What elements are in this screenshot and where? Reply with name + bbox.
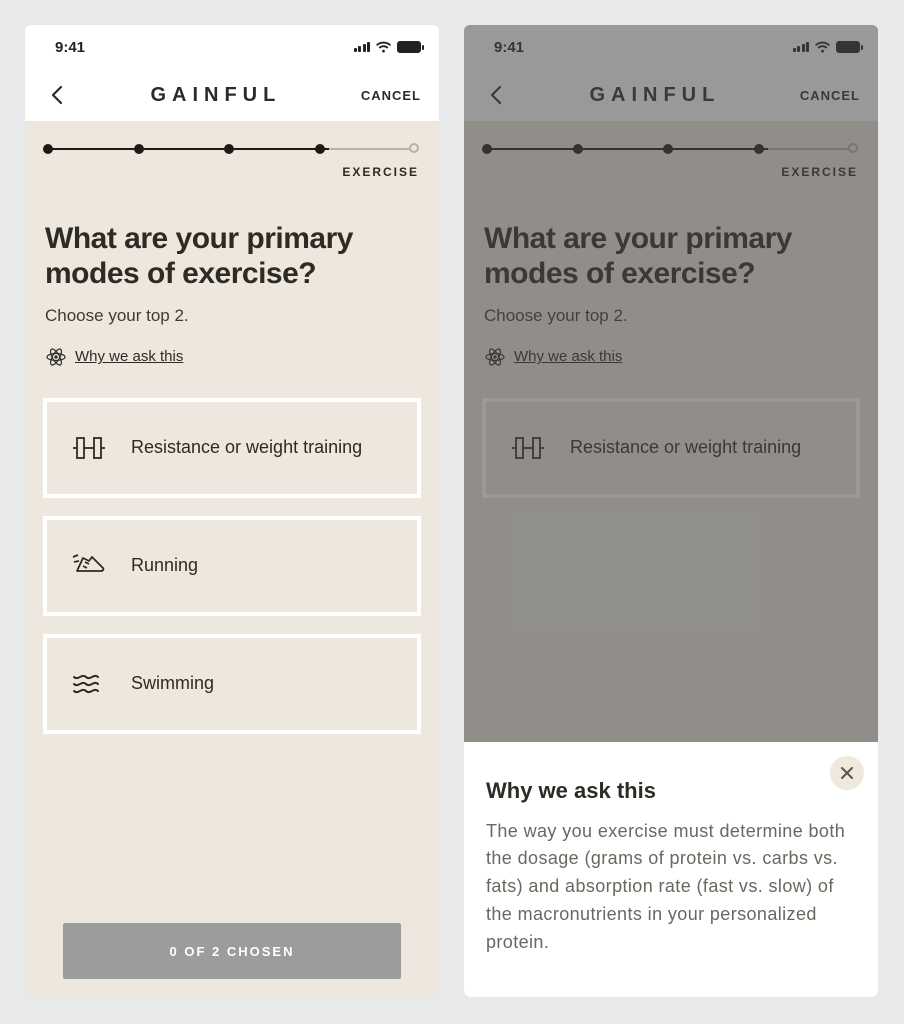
- back-button[interactable]: [43, 81, 71, 109]
- status-bar: 9:41: [25, 25, 439, 69]
- status-time: 9:41: [55, 39, 85, 56]
- close-button[interactable]: [830, 756, 864, 790]
- why-we-ask-link[interactable]: Why we ask this: [45, 346, 419, 368]
- option-label: Resistance or weight training: [131, 436, 362, 459]
- close-icon: [840, 766, 854, 780]
- progress-step-label: EXERCISE: [43, 165, 421, 179]
- option-label: Running: [131, 554, 198, 577]
- option-label: Swimming: [131, 672, 214, 695]
- barbell-icon: [71, 430, 107, 466]
- options-list: Resistance or weight training Running Sw…: [45, 400, 419, 732]
- cellular-signal-icon: [354, 42, 371, 52]
- chevron-left-icon: [50, 85, 64, 105]
- wifi-icon: [375, 41, 392, 54]
- app-logo: GAINFUL: [150, 84, 281, 107]
- status-indicators: [354, 41, 422, 54]
- nav-bar: GAINFUL CANCEL: [25, 69, 439, 121]
- question-subtitle: Choose your top 2.: [45, 306, 419, 326]
- waves-icon: [71, 666, 107, 702]
- option-resistance-training[interactable]: Resistance or weight training: [45, 400, 419, 496]
- submit-button[interactable]: 0 OF 2 CHOSEN: [63, 923, 401, 979]
- content-area: What are your primary modes of exercise?…: [25, 179, 439, 997]
- info-bottom-sheet: Why we ask this The way you exercise mus…: [464, 742, 878, 997]
- phone-screen-primary: 9:41 GAINFUL CANCEL EXERCISE What are yo: [25, 25, 439, 997]
- footer: 0 OF 2 CHOSEN: [45, 905, 419, 997]
- question-title: What are your primary modes of exercise?: [45, 221, 419, 292]
- sheet-title: Why we ask this: [486, 778, 856, 804]
- atom-icon: [45, 346, 67, 368]
- option-running[interactable]: Running: [45, 518, 419, 614]
- phone-screen-with-sheet: 9:41 GAINFUL CANCEL EXERCISE What are yo: [464, 25, 878, 997]
- running-shoe-icon: [71, 548, 107, 584]
- progress-bar: EXERCISE: [25, 121, 439, 179]
- battery-icon: [397, 41, 421, 53]
- cancel-button[interactable]: CANCEL: [361, 88, 421, 103]
- why-we-ask-label: Why we ask this: [75, 348, 183, 365]
- option-swimming[interactable]: Swimming: [45, 636, 419, 732]
- sheet-body: The way you exercise must determine both…: [486, 818, 856, 957]
